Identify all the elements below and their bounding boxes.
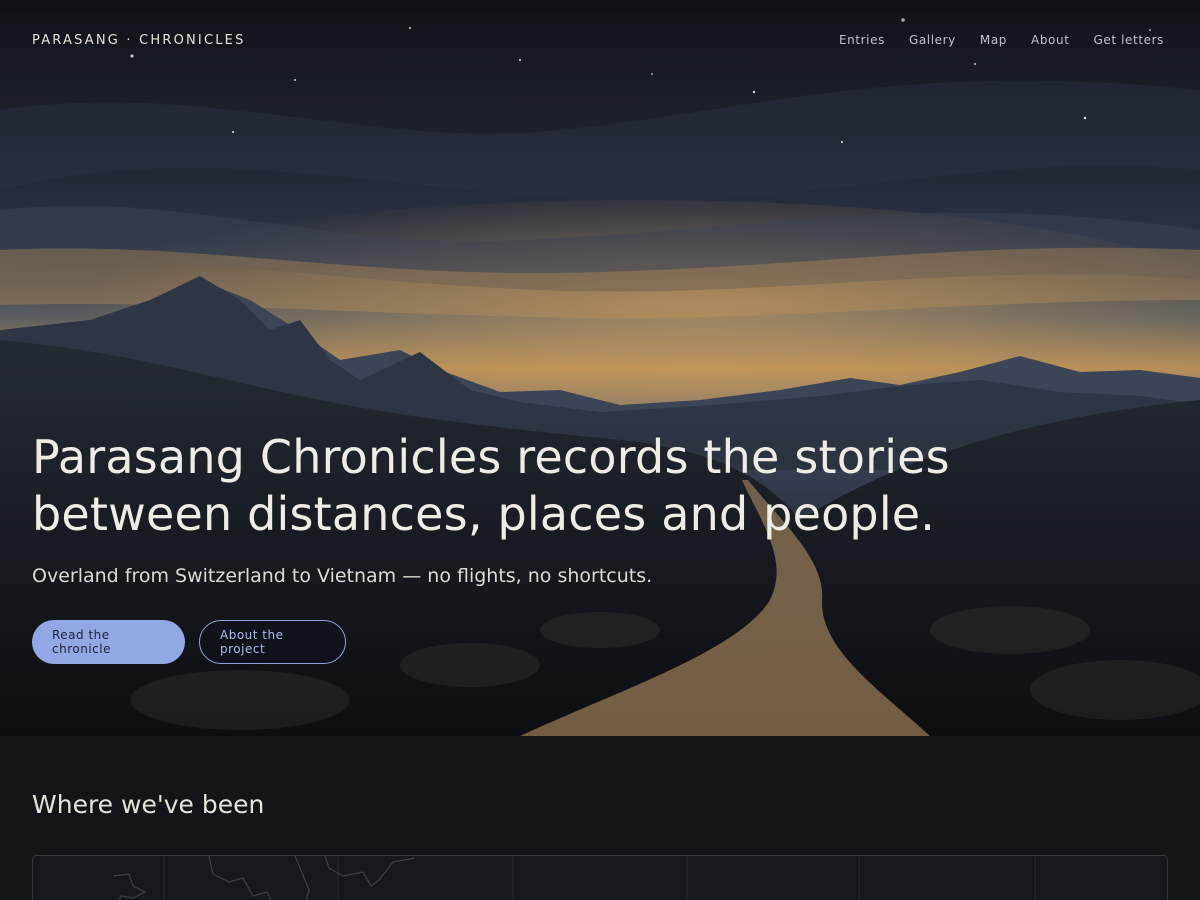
about-project-button[interactable]: About the project — [199, 620, 346, 664]
hero-subtitle: Overland from Switzerland to Vietnam — n… — [32, 565, 653, 587]
nav-link-map[interactable]: Map — [980, 33, 1007, 47]
main-nav: Entries Gallery Map About Get letters — [839, 33, 1164, 47]
map-graphic — [112, 856, 1036, 900]
hero: PARASANG · CHRONICLES Entries Gallery Ma… — [0, 0, 1200, 736]
hero-cta-group: Read the chronicle About the project — [32, 620, 346, 664]
hero-title: Parasang Chronicles records the stories … — [32, 430, 950, 541]
nav-link-about[interactable]: About — [1031, 33, 1069, 47]
nav-link-gallery[interactable]: Gallery — [909, 33, 956, 47]
where-weve-been-section: Where we've been — [0, 736, 1200, 900]
nav-link-get-letters[interactable]: Get letters — [1094, 33, 1165, 47]
read-chronicle-button[interactable]: Read the chronicle — [32, 620, 185, 664]
section-title: Where we've been — [32, 790, 265, 819]
journey-map[interactable] — [32, 855, 1168, 900]
nav-link-entries[interactable]: Entries — [839, 33, 885, 47]
top-navigation-bar: PARASANG · CHRONICLES Entries Gallery Ma… — [0, 0, 1200, 82]
site-brand[interactable]: PARASANG · CHRONICLES — [32, 33, 246, 48]
